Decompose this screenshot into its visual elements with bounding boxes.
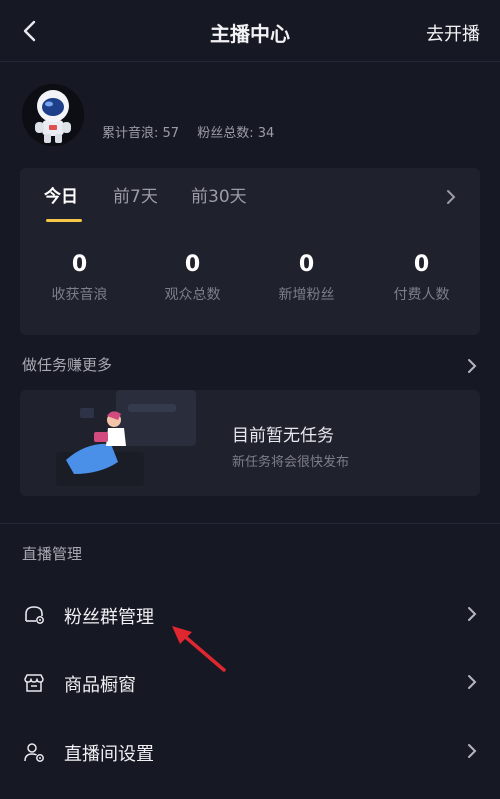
page-title: 主播中心 — [210, 22, 290, 46]
go-live-button[interactable]: 去开播 — [426, 20, 480, 46]
red-arrow-annotation — [168, 622, 234, 678]
metric-value: 0 — [71, 252, 88, 277]
metric-new-fans: 0 新增粉丝 — [249, 252, 364, 304]
active-tab-indicator — [46, 219, 82, 222]
person-laptop-icon — [56, 390, 196, 486]
menu-label: 商品橱窗 — [64, 675, 136, 696]
avatar[interactable] — [22, 84, 84, 146]
menu-label: 粉丝群管理 — [64, 607, 154, 628]
empty-tasks-title: 目前暂无任务 — [232, 426, 334, 446]
tasks-section-title[interactable]: 做任务赚更多 — [22, 354, 112, 375]
metric-label: 收获音浪 — [51, 287, 108, 303]
metric-label: 观众总数 — [164, 287, 221, 303]
fans-total: 粉丝总数: 34 — [197, 126, 275, 141]
metric-paying-users: 0 付费人数 — [364, 252, 479, 304]
metric-label: 付费人数 — [393, 287, 450, 303]
live-management-title: 直播管理 — [22, 545, 83, 563]
empty-tasks-subtitle: 新任务将会很快发布 — [232, 455, 350, 470]
menu-item-storefront[interactable]: 商品橱窗 — [0, 650, 500, 716]
tab-7-days[interactable]: 前7天 — [113, 182, 158, 207]
metric-value: 0 — [184, 252, 201, 277]
section-divider — [0, 523, 500, 524]
metric-value: 0 — [298, 252, 315, 277]
chevron-right-icon — [466, 604, 478, 624]
astronaut-avatar-icon — [22, 84, 84, 146]
arrow-icon — [172, 626, 226, 672]
metric-sound-waves: 0 收获音浪 — [22, 252, 137, 304]
chevron-right-icon — [447, 190, 456, 204]
metric-value: 0 — [413, 252, 430, 277]
metric-label: 新增粉丝 — [278, 287, 335, 303]
chevron-right-icon — [466, 672, 478, 692]
sound-waves-total: 累计音浪: 57 — [102, 126, 180, 141]
menu-label: 直播间设置 — [64, 744, 154, 765]
metric-viewers: 0 观众总数 — [135, 252, 250, 304]
fan-group-icon — [22, 603, 46, 627]
profile-stats: 累计音浪: 57 粉丝总数: 34 — [102, 122, 288, 141]
chevron-right-icon — [466, 741, 478, 761]
storefront-icon — [22, 671, 46, 695]
menu-item-room-settings[interactable]: 直播间设置 — [0, 719, 500, 785]
chevron-right-icon — [468, 359, 477, 373]
header-divider — [0, 61, 500, 62]
person-on-laptop-illustration — [56, 390, 196, 488]
stats-detail-button[interactable] — [444, 186, 458, 208]
tab-30-days[interactable]: 前30天 — [191, 182, 247, 207]
tasks-more-button[interactable] — [466, 356, 478, 376]
tab-today[interactable]: 今日 — [44, 182, 78, 207]
user-settings-icon — [22, 740, 46, 764]
menu-item-fan-group[interactable]: 粉丝群管理 — [0, 581, 500, 647]
